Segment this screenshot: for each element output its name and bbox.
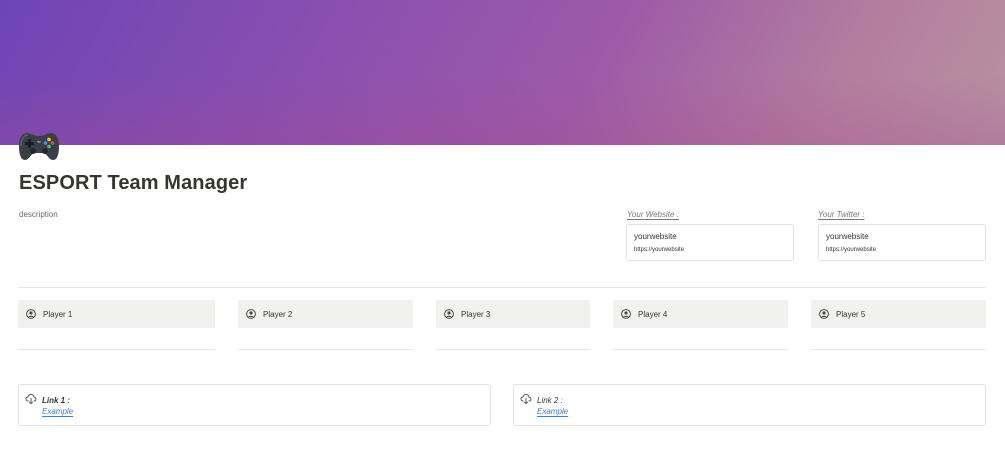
player-label: Player 2: [263, 309, 293, 319]
player-3-underline: [436, 349, 590, 350]
twitter-bookmark-url: https://yourwebsite: [826, 247, 877, 253]
player-2-underline: [238, 349, 413, 350]
player-card-1[interactable]: Player 1: [18, 300, 215, 328]
player-label: Player 3: [461, 309, 491, 319]
website-bookmark-title: yourwebsite: [634, 232, 677, 241]
website-bookmark[interactable]: yourwebsite https://yourwebsite: [626, 224, 794, 261]
divider: [18, 287, 986, 288]
player-1-underline: [18, 349, 215, 350]
gamepad-icon: [19, 133, 59, 160]
user-circle-icon: [819, 309, 829, 319]
cloud-download-icon: [520, 394, 532, 405]
cloud-download-icon: [25, 394, 37, 405]
player-card-4[interactable]: Player 4: [613, 300, 788, 328]
link-title: Link 2 :: [537, 396, 563, 405]
user-circle-icon: [444, 309, 454, 319]
twitter-bookmark[interactable]: yourwebsite https://yourwebsite: [818, 224, 986, 261]
user-circle-icon: [26, 309, 36, 319]
player-label: Player 5: [836, 309, 866, 319]
player-label: Player 4: [638, 309, 668, 319]
twitter-property-label: Your Twitter :: [818, 210, 865, 219]
player-card-3[interactable]: Player 3: [436, 300, 590, 328]
page-title: ESPORT Team Manager: [19, 172, 248, 194]
player-card-2[interactable]: Player 2: [238, 300, 413, 328]
user-circle-icon: [246, 309, 256, 319]
player-label: Player 1: [43, 309, 73, 319]
user-circle-icon: [621, 309, 631, 319]
website-bookmark-url: https://yourwebsite: [634, 247, 685, 253]
link-example-2[interactable]: Example: [537, 407, 568, 416]
link-title: Link 1 :: [42, 396, 71, 405]
cover-image: [0, 0, 1005, 145]
twitter-bookmark-title: yourwebsite: [826, 232, 869, 241]
player-4-underline: [613, 349, 788, 350]
page-description[interactable]: description: [19, 210, 58, 219]
link-callout-2[interactable]: Link 2 : Example: [513, 384, 986, 426]
player-card-5[interactable]: Player 5: [811, 300, 986, 328]
website-property-label: Your Website :: [627, 210, 679, 219]
link-example-1[interactable]: Example: [42, 407, 73, 416]
player-5-underline: [811, 349, 986, 350]
link-callout-1[interactable]: Link 1 : Example: [18, 384, 491, 426]
page: ESPORT Team Manager description Your Web…: [0, 0, 1005, 465]
